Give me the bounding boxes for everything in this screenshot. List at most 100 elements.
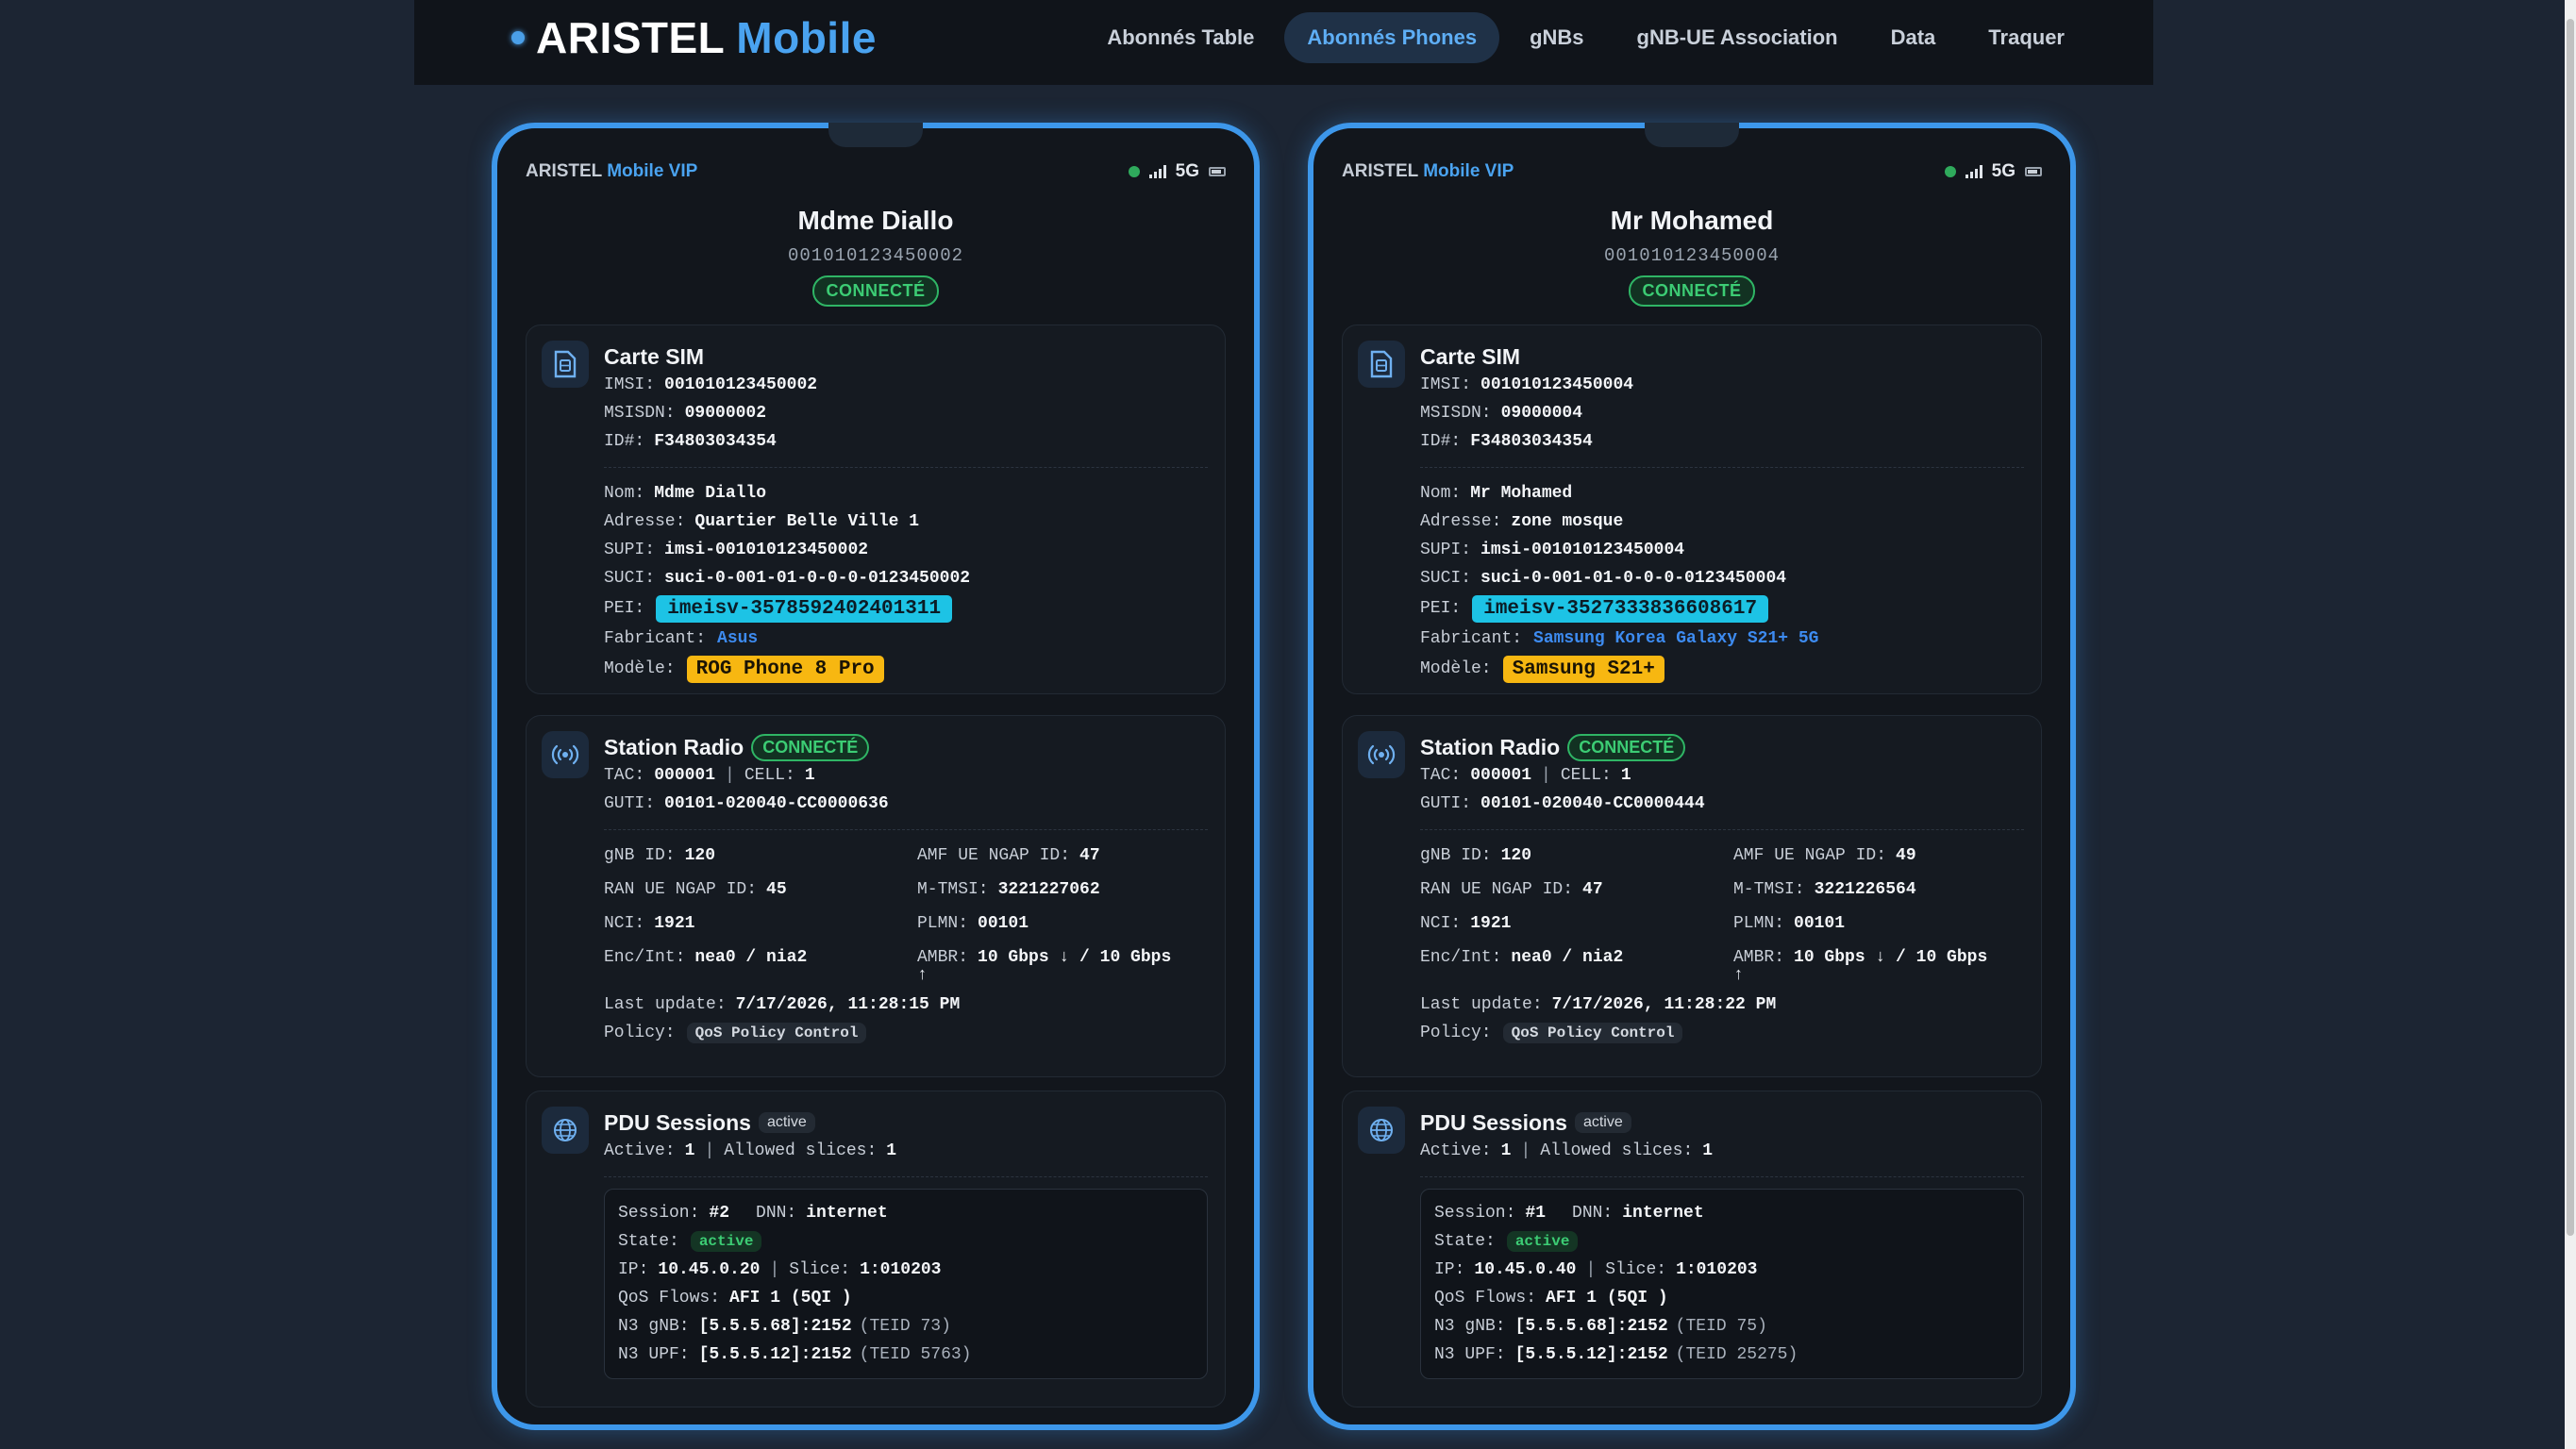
ambr-row: AMBR: 10 Gbps ↓ / 10 Gbps bbox=[917, 948, 1172, 967]
session-row: Session: #2 DNN: internet bbox=[618, 1204, 888, 1223]
pdu-summary-row: Active: 1 | Allowed slices: 1 bbox=[1420, 1141, 1714, 1160]
connection-status-badge: CONNECTÉ bbox=[1629, 275, 1755, 307]
radio-station-panel: Station Radio CONNECTÉ TAC: 000001 | CELL: 1 … bbox=[1342, 715, 2042, 1077]
nav-link-traquer[interactable]: Traquer bbox=[1965, 12, 2087, 63]
gnb-id-row: gNB ID: 120 bbox=[1420, 846, 1532, 865]
amf-ngap-row: AMF UE NGAP ID: 47 bbox=[917, 846, 1100, 865]
pdu-active-badge: active bbox=[1574, 1112, 1631, 1133]
nci-row: NCI: 1921 bbox=[1420, 914, 1512, 933]
page-scrollbar[interactable] bbox=[2565, 0, 2576, 1449]
sim-pei-row: PEI: imeisv-3527333836608617 bbox=[1420, 592, 2024, 625]
pdu-sessions-panel: PDU Sessions active Active: 1 | Allowed slic… bbox=[1342, 1091, 2042, 1407]
mtmsi-row: M-TMSI: 3221226564 bbox=[1733, 880, 1916, 899]
online-dot-icon bbox=[1944, 166, 1956, 177]
gnb-id-row: gNB ID: 120 bbox=[604, 846, 716, 865]
sim-supi-row: SUPI: imsi-001010123450004 bbox=[1420, 541, 1685, 559]
subscriber-imsi: 001010123450002 bbox=[787, 245, 964, 266]
sim-imsi-row: IMSI: 001010123450004 bbox=[1420, 375, 1634, 394]
signal-icon bbox=[1148, 165, 1166, 178]
sim-card-icon bbox=[1358, 341, 1405, 388]
subscriber-name: Mdme Diallo bbox=[797, 206, 954, 235]
ip-slice-row: IP: 10.45.0.40 | Slice: 1:010203 bbox=[1434, 1260, 1758, 1279]
status-icons: 5G bbox=[1944, 161, 2042, 182]
n3-gnb-row: N3 gNB: [5.5.5.68]:2152 (TEID 75) bbox=[1434, 1317, 1767, 1336]
n3-upf-row: N3 UPF: [5.5.5.12]:2152 (TEID 5763) bbox=[618, 1345, 972, 1364]
radio-details-grid: gNB ID: 120 AMF UE NGAP ID: 49 RAN UE NGAP… bbox=[1420, 841, 2024, 972]
radio-details-grid: gNB ID: 120 AMF UE NGAP ID: 47 RAN UE NGAP… bbox=[604, 841, 1208, 972]
network-type: 5G bbox=[1175, 161, 1199, 181]
sim-card-title: Carte SIM bbox=[1420, 343, 1521, 369]
enc-int-row: Enc/Int: nea0 / nia2 bbox=[1420, 948, 1624, 967]
sim-card-title: Carte SIM bbox=[604, 343, 705, 369]
signal-icon bbox=[1965, 165, 1982, 178]
policy-tag: QoS Policy Control bbox=[1502, 1023, 1683, 1043]
sim-adresse-row: Adresse: Quartier Belle Ville 1 bbox=[604, 512, 920, 531]
top-navbar: ARISTEL Mobile Abonnés Table Abonnés Phon… bbox=[414, 0, 2153, 85]
divider bbox=[604, 829, 1208, 830]
globe-icon bbox=[1358, 1107, 1405, 1154]
radio-status-badge: CONNECTÉ bbox=[1567, 733, 1686, 761]
pdu-session-box: Session: #2 DNN: internet State: active IP: 1… bbox=[604, 1189, 1208, 1379]
scrollbar-thumb[interactable] bbox=[2567, 19, 2574, 1236]
ran-ngap-row: RAN UE NGAP ID: 45 bbox=[604, 880, 787, 899]
phone-status-bar: ARISTEL Mobile VIP 5G bbox=[526, 160, 1226, 183]
sim-fabricant-row: Fabricant: Samsung Korea Galaxy S21+ 5G bbox=[1420, 629, 1819, 648]
subscriber-imsi: 001010123450004 bbox=[1603, 245, 1781, 266]
nav-link-abonnes-table[interactable]: Abonnés Table bbox=[1084, 12, 1277, 63]
sim-pei-row: PEI: imeisv-3578592402401311 bbox=[604, 592, 1208, 625]
divider bbox=[1420, 829, 2024, 830]
plmn-row: PLMN: 00101 bbox=[1733, 914, 1846, 933]
battery-icon bbox=[1209, 167, 1226, 176]
sim-fabricant-row: Fabricant: Asus bbox=[604, 629, 759, 648]
n3-gnb-row: N3 gNB: [5.5.5.68]:2152 (TEID 73) bbox=[618, 1317, 951, 1336]
online-dot-icon bbox=[1128, 166, 1140, 177]
nav-link-data[interactable]: Data bbox=[1868, 12, 1959, 63]
battery-icon bbox=[2025, 167, 2042, 176]
divider bbox=[1420, 467, 2024, 468]
phone-card-mr-mohamed[interactable]: ARISTEL Mobile VIP 5G Mr Mohamed 0010101… bbox=[1308, 123, 2076, 1430]
pei-chip: imeisv-3527333836608617 bbox=[1472, 594, 1769, 623]
sim-card-panel: Carte SIM IMSI: 001010123450004 MSISDN: 09… bbox=[1342, 325, 2042, 694]
state-row: State: active bbox=[1434, 1227, 2010, 1256]
session-state-badge: active bbox=[1506, 1231, 1579, 1252]
phone-notch bbox=[828, 123, 923, 147]
policy-row: Policy: QoS Policy Control bbox=[604, 1019, 1208, 1047]
ran-ngap-row: RAN UE NGAP ID: 47 bbox=[1420, 880, 1603, 899]
radio-status-badge: CONNECTÉ bbox=[751, 733, 870, 761]
sim-supi-row: SUPI: imsi-001010123450002 bbox=[604, 541, 869, 559]
divider bbox=[604, 1176, 1208, 1177]
n3-upf-row: N3 UPF: [5.5.5.12]:2152 (TEID 25275) bbox=[1434, 1345, 1798, 1364]
sim-card-panel: Carte SIM IMSI: 001010123450002 MSISDN: 09… bbox=[526, 325, 1226, 694]
pdu-sessions-panel: PDU Sessions active Active: 1 | Allowed slic… bbox=[526, 1091, 1226, 1407]
radio-tac-row: TAC: 000001 | CELL: 1 bbox=[604, 766, 815, 785]
pdu-title: PDU Sessions active bbox=[1420, 1108, 2024, 1137]
radio-tac-row: TAC: 000001 | CELL: 1 bbox=[1420, 766, 1631, 785]
sim-nom-row: Nom: Mdme Diallo bbox=[604, 484, 767, 503]
mtmsi-row: M-TMSI: 3221227062 bbox=[917, 880, 1100, 899]
radio-guti-row: GUTI: 00101-020040-CC0000636 bbox=[604, 794, 889, 813]
sim-id-row: ID#: F34803034354 bbox=[604, 432, 777, 451]
subscriber-name: Mr Mohamed bbox=[1610, 206, 1774, 235]
nav-link-abonnes-phones[interactable]: Abonnés Phones bbox=[1284, 12, 1500, 63]
radio-title: Station Radio CONNECTÉ bbox=[604, 733, 1208, 761]
nci-row: NCI: 1921 bbox=[604, 914, 695, 933]
amf-ngap-row: AMF UE NGAP ID: 49 bbox=[1733, 846, 1916, 865]
nav-link-gnb-ue-association[interactable]: gNB-UE Association bbox=[1614, 12, 1861, 63]
pdu-active-badge: active bbox=[758, 1112, 815, 1133]
fabricant-link[interactable]: Asus bbox=[717, 629, 758, 648]
qos-row: QoS Flows: AFI 1 (5QI ) bbox=[618, 1289, 852, 1307]
globe-icon bbox=[542, 1107, 589, 1154]
sim-nom-row: Nom: Mr Mohamed bbox=[1420, 484, 1573, 503]
modele-chip: Samsung S21+ bbox=[1502, 655, 1664, 683]
brand-logo[interactable]: ARISTEL Mobile bbox=[511, 0, 877, 75]
policy-tag: QoS Policy Control bbox=[686, 1023, 867, 1043]
phone-card-mdme-diallo[interactable]: ARISTEL Mobile VIP 5G Mdme Diallo 001010… bbox=[492, 123, 1260, 1430]
fabricant-link[interactable]: Samsung Korea Galaxy S21+ 5G bbox=[1533, 629, 1818, 648]
sim-id-row: ID#: F34803034354 bbox=[1420, 432, 1593, 451]
pdu-title: PDU Sessions active bbox=[604, 1108, 1208, 1137]
modele-chip: ROG Phone 8 Pro bbox=[686, 655, 884, 683]
nav-link-gnbs[interactable]: gNBs bbox=[1507, 12, 1606, 63]
session-state-badge: active bbox=[690, 1231, 762, 1252]
phone-status-bar: ARISTEL Mobile VIP 5G bbox=[1342, 160, 2042, 183]
connection-status-badge: CONNECTÉ bbox=[812, 275, 939, 307]
